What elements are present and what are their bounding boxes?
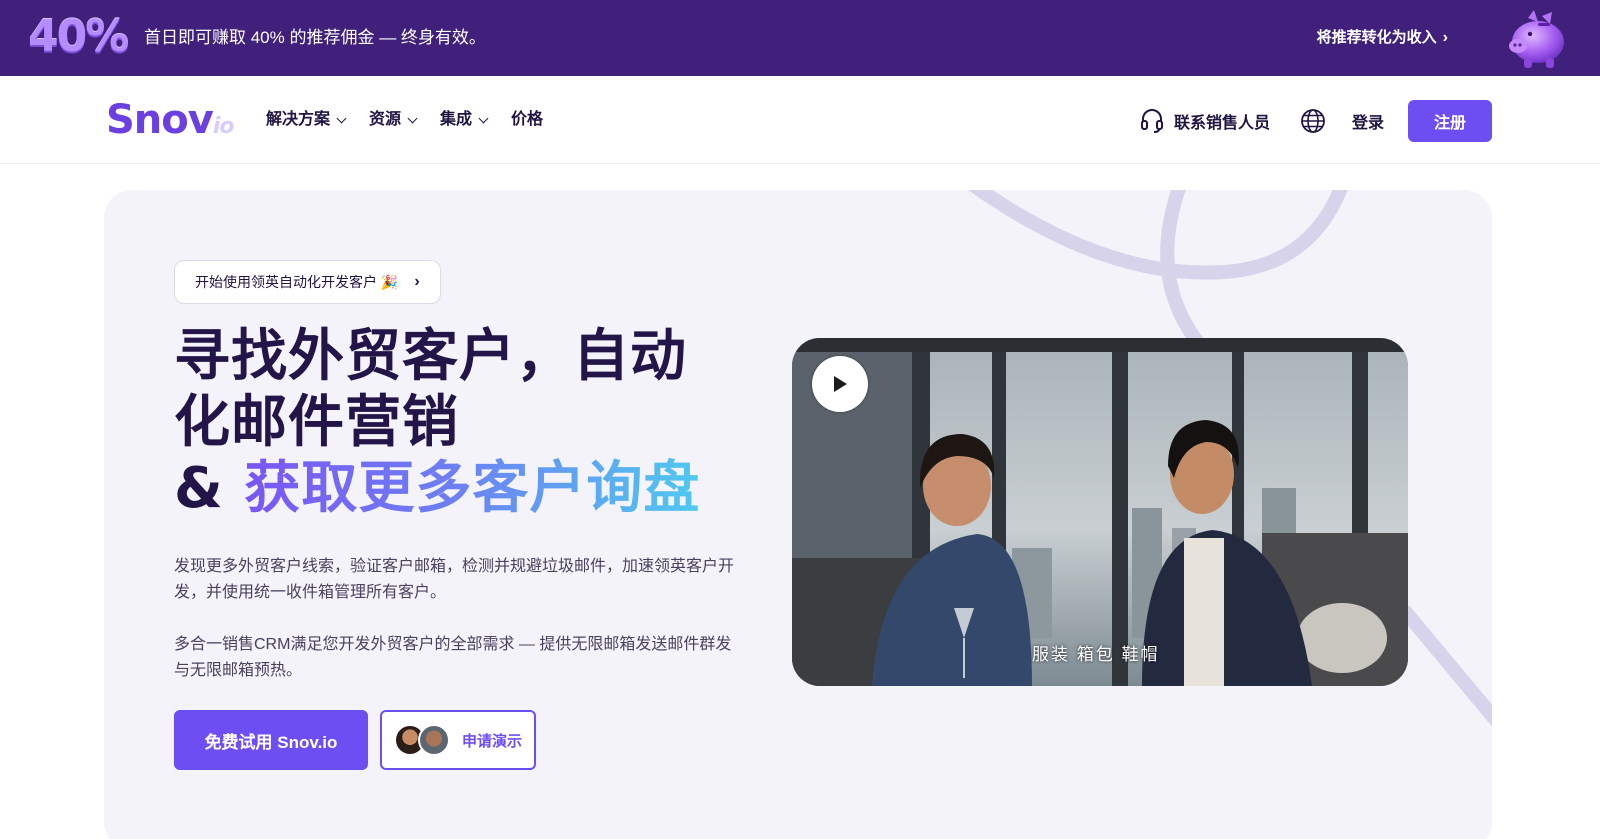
demo-avatars: [394, 724, 452, 756]
nav-item-resources[interactable]: 资源: [369, 108, 418, 132]
login-link[interactable]: 登录: [1352, 109, 1384, 133]
signup-button[interactable]: 注册: [1408, 100, 1492, 142]
chevron-right-icon: ›: [414, 273, 420, 290]
request-demo-label: 申请演示: [462, 732, 523, 750]
play-icon: [834, 376, 847, 392]
chevron-down-icon: [478, 113, 489, 123]
nav-item-pricing[interactable]: 价格: [511, 108, 543, 132]
promo-badge: 40%: [28, 11, 129, 62]
hero-section: 开始使用领英自动化开发客户 🎉 › 寻找外贸客户，自动 化邮件营销 & 获取更多…: [104, 190, 1492, 839]
headline-line1: 寻找外贸客户，自动: [174, 324, 687, 389]
play-button[interactable]: [812, 356, 868, 412]
globe-icon[interactable]: [1300, 108, 1326, 134]
nav-item-label: 解决方案: [266, 111, 331, 128]
promo-link-label: 将推荐转化为收入: [1316, 29, 1437, 46]
request-demo-button[interactable]: 申请演示: [380, 710, 536, 770]
free-trial-button[interactable]: 免费试用 Snov.io: [174, 710, 368, 770]
hero-headline: 寻找外贸客户，自动 化邮件营销 & 获取更多客户询盘: [174, 324, 774, 522]
contact-sales-link[interactable]: 联系销售人员: [1140, 108, 1270, 134]
top-nav: Snovio 解决方案 资源 集成 价格 联系销售人员 登录 注册: [0, 76, 1600, 164]
hero-description-2: 多合一销售CRM满足您开发外贸客户的全部需求 — 提供无限邮箱发送邮件群发与无限…: [174, 636, 732, 679]
headline-line2: 化邮件营销: [174, 390, 459, 455]
logo[interactable]: Snovio: [106, 98, 234, 149]
nav-menu: 解决方案 资源 集成 价格: [266, 108, 543, 132]
headline-amp: &: [174, 456, 245, 521]
avatar: [418, 724, 450, 756]
logo-main: Snov: [106, 97, 214, 143]
chevron-right-icon: ›: [1442, 29, 1448, 46]
video-thumbnail: [792, 338, 1408, 686]
promo-banner: 40% 首日即可赚取 40% 的推荐佣金 — 终身有效。 将推荐转化为收入 ›: [0, 0, 1600, 76]
video-subtitle: 服装 箱包 鞋帽: [1032, 645, 1160, 664]
headset-icon: [1140, 109, 1163, 133]
nav-item-label: 资源: [369, 111, 402, 128]
nav-item-integrations[interactable]: 集成: [440, 108, 489, 132]
piggy-bank-icon: [1509, 10, 1564, 68]
chevron-down-icon: [407, 113, 418, 123]
announcement-pill[interactable]: 开始使用领英自动化开发客户 🎉 ›: [174, 260, 441, 304]
announcement-label: 开始使用领英自动化开发客户 🎉: [195, 274, 399, 290]
promo-text: 首日即可赚取 40% 的推荐佣金 — 终身有效。: [144, 28, 486, 47]
nav-actions: 联系销售人员 登录 注册: [1140, 100, 1492, 142]
chevron-down-icon: [336, 113, 347, 123]
nav-item-label: 价格: [511, 111, 544, 128]
nav-item-solutions[interactable]: 解决方案: [266, 108, 347, 132]
contact-sales-label: 联系销售人员: [1173, 115, 1270, 132]
headline-highlight: 获取更多客户询盘: [244, 456, 701, 521]
hero-video[interactable]: 服装 箱包 鞋帽: [792, 338, 1408, 686]
nav-item-label: 集成: [440, 111, 473, 128]
hero-description-1: 发现更多外贸客户线索，验证客户邮箱，检测并规避垃圾邮件，加速领英客户开发，并使用…: [174, 558, 735, 601]
logo-suffix: io: [212, 114, 235, 139]
promo-link[interactable]: 将推荐转化为收入 ›: [1317, 26, 1448, 50]
